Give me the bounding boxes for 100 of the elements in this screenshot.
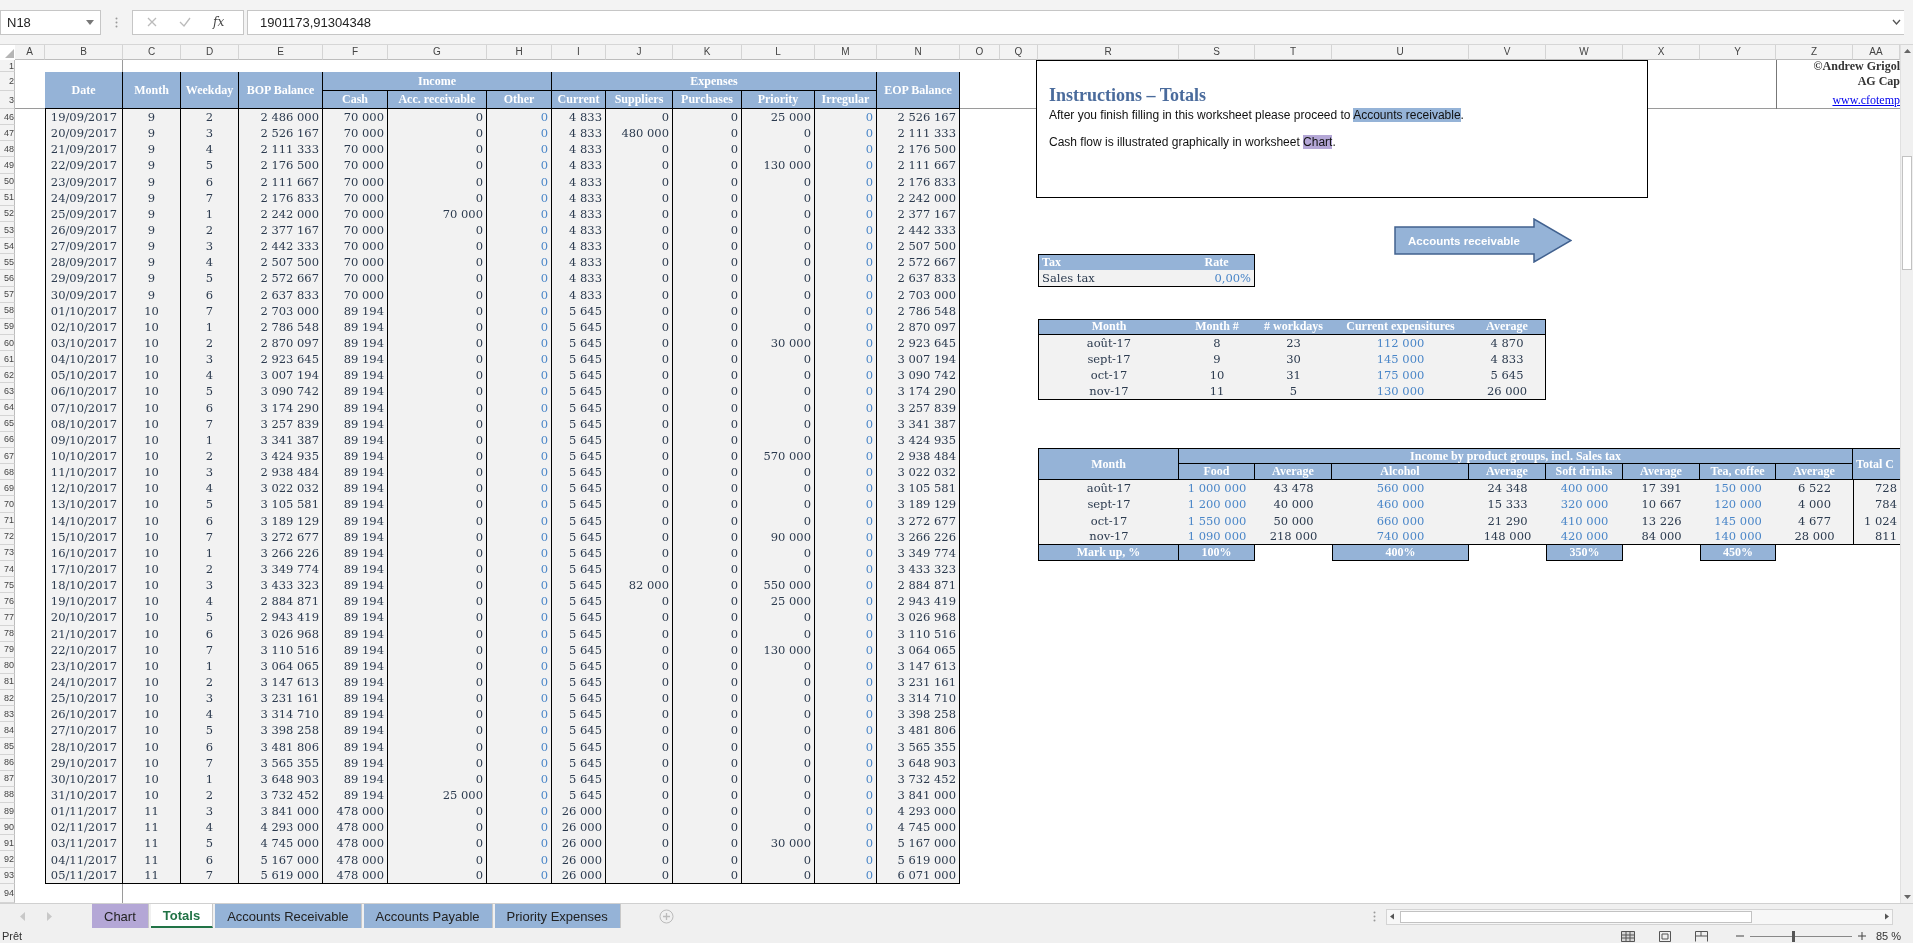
column-header[interactable]: C <box>123 45 181 60</box>
table-cell: 0 <box>487 722 552 739</box>
column-header[interactable]: X <box>1623 45 1700 60</box>
page-layout-icon[interactable] <box>1658 930 1671 942</box>
row-header[interactable]: 63 <box>0 383 15 400</box>
row-header[interactable]: 89 <box>0 803 15 820</box>
drag-handle-icon[interactable] <box>115 16 118 28</box>
sheet-tab[interactable]: Accounts Receivable <box>215 904 362 928</box>
previous-sheet-icon[interactable] <box>20 912 26 921</box>
table-cell: 10 <box>123 496 181 513</box>
zoom-in-icon[interactable] <box>1857 932 1866 940</box>
column-header[interactable]: W <box>1546 45 1623 60</box>
row-header[interactable]: 76 <box>0 593 15 610</box>
column-header[interactable]: D <box>181 45 239 60</box>
row-header[interactable]: 1 <box>0 60 15 72</box>
zoom-out-icon[interactable] <box>1735 932 1744 940</box>
row-header[interactable]: 92 <box>0 851 15 868</box>
column-header[interactable]: S <box>1179 45 1255 60</box>
column-header[interactable]: O <box>960 45 1000 60</box>
table-cell: 0 <box>815 157 877 174</box>
table-cell: 0 <box>388 819 487 836</box>
formula-field[interactable]: 1901173,91304348 <box>247 9 1904 35</box>
sheet-tab[interactable]: Accounts Payable <box>363 904 493 928</box>
horizontal-scrollbar[interactable] <box>1386 908 1893 925</box>
table-cell: 0 <box>673 141 742 158</box>
name-box[interactable]: N18 <box>0 9 101 35</box>
table-cell: 5 645 <box>552 690 606 707</box>
row-header[interactable]: 77 <box>0 609 15 626</box>
row-header[interactable]: 46 <box>0 109 15 126</box>
row-header[interactable]: 49 <box>0 157 15 174</box>
row-header[interactable]: 69 <box>0 480 15 497</box>
column-header[interactable]: B <box>45 45 123 60</box>
row-header[interactable]: 82 <box>0 690 15 707</box>
column-header[interactable]: U <box>1332 45 1469 60</box>
column-heading: Other <box>487 91 552 109</box>
select-all-icon[interactable] <box>5 49 14 58</box>
sheet-tab[interactable]: Chart <box>92 904 149 928</box>
row-header[interactable]: 3 <box>0 91 15 109</box>
vertical-scrollbar[interactable] <box>1900 45 1913 903</box>
column-header[interactable]: H <box>487 45 552 60</box>
row-header[interactable]: 90 <box>0 819 15 836</box>
table-cell: 3 007 194 <box>239 367 323 384</box>
scroll-thumb[interactable] <box>1902 156 1912 270</box>
column-header[interactable]: N <box>877 45 960 60</box>
table-cell: 3 <box>181 690 239 707</box>
page-break-icon[interactable] <box>1694 930 1708 942</box>
table-cell: sept-17 <box>1038 496 1179 513</box>
row-header[interactable]: 91 <box>0 835 15 852</box>
cancel-icon[interactable] <box>147 17 157 27</box>
column-header[interactable]: I <box>552 45 606 60</box>
column-header[interactable]: G <box>388 45 487 60</box>
scroll-thumb[interactable] <box>1400 910 1752 923</box>
table-cell: 5 645 <box>552 577 606 594</box>
check-icon[interactable] <box>179 17 191 27</box>
sheet-tab[interactable]: Totals <box>150 904 214 928</box>
row-header[interactable]: 56 <box>0 270 15 287</box>
table-cell: 0 <box>388 125 487 142</box>
table-cell: 0 <box>815 803 877 820</box>
column-header[interactable]: E <box>239 45 323 60</box>
slider-thumb[interactable] <box>1791 930 1795 942</box>
column-header[interactable]: R <box>1038 45 1179 60</box>
sheet-tab[interactable]: Priority Expenses <box>494 904 621 928</box>
row-header[interactable]: 83 <box>0 706 15 723</box>
row-header[interactable]: 70 <box>0 496 15 513</box>
row-header[interactable]: 85 <box>0 738 15 755</box>
table-cell: 0 <box>487 738 552 755</box>
row-header[interactable]: 54 <box>0 238 15 255</box>
drag-handle-icon[interactable] <box>1373 911 1376 922</box>
add-sheet-icon[interactable] <box>658 909 674 924</box>
next-sheet-icon[interactable] <box>46 912 52 921</box>
table-cell: 0 <box>606 819 673 836</box>
column-header[interactable]: T <box>1255 45 1332 60</box>
column-header[interactable]: V <box>1469 45 1546 60</box>
column-header[interactable]: Q <box>1000 45 1038 60</box>
row-header[interactable]: 55 <box>0 254 15 271</box>
insert-function-button[interactable]: fx <box>213 15 225 29</box>
table-cell: 70 000 <box>323 109 388 126</box>
table-cell: 30 <box>1255 351 1332 368</box>
sheet-link[interactable]: Accounts receivable <box>1353 108 1461 122</box>
column-header[interactable]: F <box>323 45 388 60</box>
row-header[interactable]: 68 <box>0 464 15 481</box>
column-header[interactable]: Y <box>1700 45 1776 60</box>
column-header[interactable]: M <box>815 45 877 60</box>
expand-icon[interactable] <box>1892 19 1901 25</box>
row-header[interactable]: 48 <box>0 141 15 158</box>
column-header[interactable]: J <box>606 45 673 60</box>
column-header[interactable]: A <box>15 45 45 60</box>
normal-view-icon[interactable] <box>1620 930 1635 942</box>
row-header[interactable]: 75 <box>0 577 15 594</box>
row-header[interactable]: 2 <box>0 72 15 91</box>
column-header[interactable]: Z <box>1776 45 1853 60</box>
row-header[interactable]: 61 <box>0 351 15 368</box>
column-header[interactable]: L <box>742 45 815 60</box>
table-cell: 5 645 <box>552 480 606 497</box>
row-header[interactable]: 84 <box>0 722 15 739</box>
column-header[interactable]: K <box>673 45 742 60</box>
row-header[interactable]: 47 <box>0 125 15 142</box>
column-header[interactable]: AA <box>1853 45 1900 60</box>
row-header[interactable]: 62 <box>0 367 15 384</box>
website-link[interactable]: www.cfotemp <box>1832 92 1900 108</box>
